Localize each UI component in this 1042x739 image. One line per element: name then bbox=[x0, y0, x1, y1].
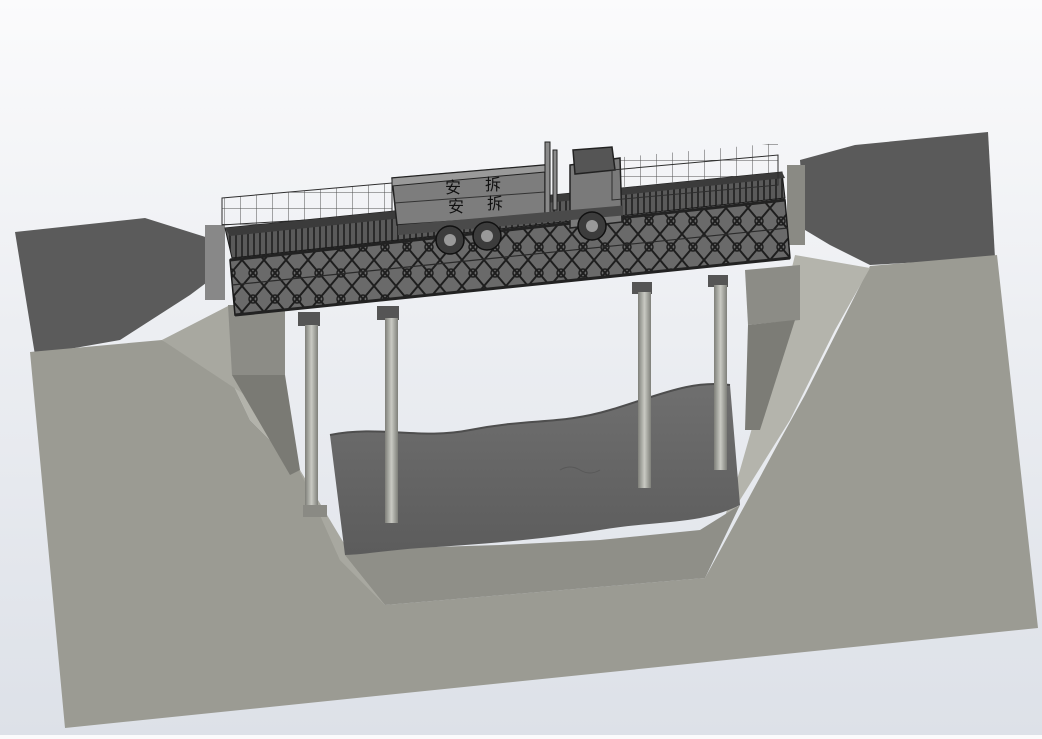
terrain-right-back bbox=[800, 132, 995, 265]
bridge-scene: 安 拆 安 拆 bbox=[15, 132, 1038, 728]
cargo-marking: 拆 bbox=[485, 175, 501, 194]
truck-windshield bbox=[572, 146, 616, 175]
cargo-marking: 安 bbox=[448, 197, 464, 216]
cargo-marking: 安 bbox=[445, 178, 461, 197]
cargo-marking: 拆 bbox=[487, 194, 503, 213]
cad-viewport[interactable]: 安 拆 安 拆 bbox=[0, 0, 1042, 735]
